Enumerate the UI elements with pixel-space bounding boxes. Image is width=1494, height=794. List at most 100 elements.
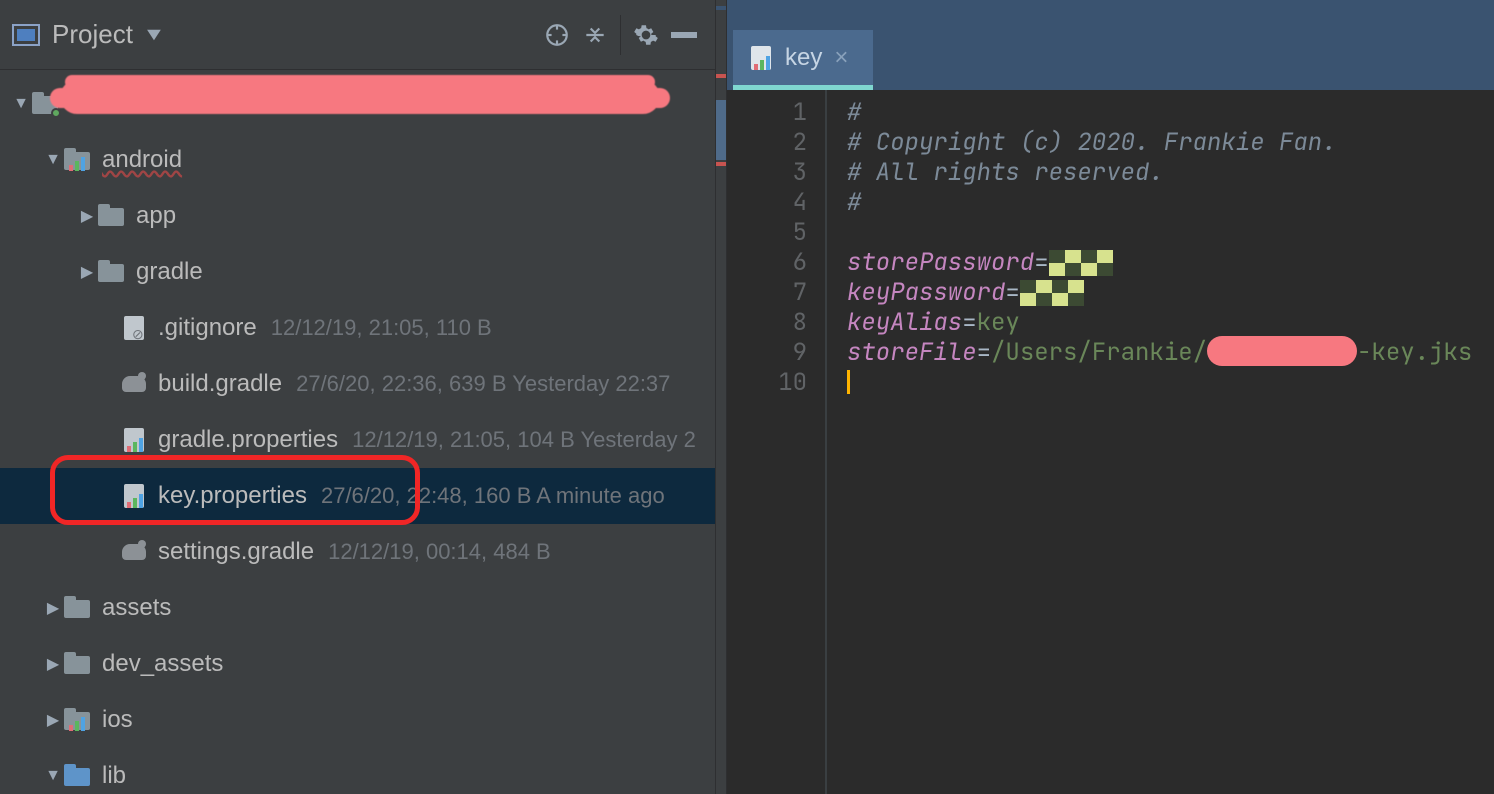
tree-folder-assets[interactable]: assets	[0, 580, 715, 636]
folder-icon	[64, 652, 92, 676]
tree-item-label: app	[136, 202, 176, 230]
collapse-all-icon[interactable]	[576, 16, 614, 54]
module-folder-icon	[64, 148, 92, 172]
line-number: 6	[727, 248, 807, 278]
code-text: #	[847, 97, 861, 128]
close-tab-icon[interactable]: ×	[834, 44, 848, 72]
code-text: # All rights reserved.	[847, 157, 1164, 188]
marker	[716, 100, 726, 160]
tree-item-meta: 27/6/20, 22:36, 639 B Yesterday 22:37	[296, 371, 670, 397]
tree-folder-ios[interactable]: ios	[0, 692, 715, 748]
tree-file-key-properties[interactable]: key.properties 27/6/20, 22:48, 160 B A m…	[0, 468, 715, 524]
expand-arrow-icon[interactable]	[42, 598, 64, 618]
tree-file-gitignore[interactable]: .gitignore 12/12/19, 21:05, 110 B	[0, 300, 715, 356]
code-text: # Copyright (c) 2020. Frankie Fan.	[847, 127, 1337, 158]
project-view-title[interactable]: Project	[52, 19, 133, 50]
editor-marker-strip[interactable]	[715, 0, 727, 794]
editor-tab-label: key	[785, 44, 822, 72]
expand-arrow-icon[interactable]	[42, 654, 64, 674]
module-folder-icon	[64, 708, 92, 732]
tree-item-label: build.gradle	[158, 370, 282, 398]
error-marker[interactable]	[716, 162, 726, 166]
tree-folder-dev-assets[interactable]: dev_assets	[0, 636, 715, 692]
tree-file-settings-gradle[interactable]: settings.gradle 12/12/19, 00:14, 484 B	[0, 524, 715, 580]
line-number: 5	[727, 218, 807, 248]
marker	[716, 6, 726, 10]
tree-folder-android[interactable]: android	[0, 132, 715, 188]
tree-item-label: settings.gradle	[158, 538, 314, 566]
line-number: 7	[727, 278, 807, 308]
redaction-mark	[60, 80, 660, 114]
gear-icon[interactable]	[627, 16, 665, 54]
tree-item-meta: 12/12/19, 21:05, 110 B	[271, 315, 492, 341]
project-panel: Project ▼	[0, 0, 715, 794]
folder-icon	[98, 260, 126, 284]
tree-item-label: lib	[102, 762, 126, 790]
tree-item-meta: 12/12/19, 00:14, 484 B	[328, 539, 551, 565]
tree-folder-gradle[interactable]: gradle	[0, 244, 715, 300]
code-value: key	[977, 307, 1020, 338]
project-panel-header: Project ▼	[0, 0, 715, 70]
expand-arrow-icon[interactable]	[10, 95, 32, 113]
code-key: keyAlias	[847, 307, 962, 338]
line-gutter: 1 2 3 4 5 6 7 8 9 10	[727, 90, 827, 794]
expand-arrow-icon[interactable]	[42, 151, 64, 169]
tree-item-label: key.properties	[158, 482, 307, 510]
cursor-caret	[847, 370, 850, 394]
line-number: 10	[727, 368, 807, 398]
folder-icon	[98, 204, 126, 228]
line-number: 2	[727, 128, 807, 158]
gitignore-file-icon	[120, 316, 148, 340]
properties-file-icon	[749, 46, 773, 70]
gradle-file-icon	[120, 372, 148, 396]
source-folder-icon	[64, 764, 92, 788]
properties-file-icon	[120, 484, 148, 508]
expand-arrow-icon[interactable]	[42, 710, 64, 730]
tree-item-label: assets	[102, 594, 171, 622]
tree-folder-app[interactable]: app	[0, 188, 715, 244]
code-key: keyPassword	[847, 277, 1005, 308]
redaction-mark	[1207, 336, 1357, 366]
tree-item-label: dev_assets	[102, 650, 223, 678]
code-key: storeFile	[847, 337, 977, 368]
tree-item-label: android	[102, 146, 182, 174]
folder-icon	[64, 596, 92, 620]
tree-item-label: gradle.properties	[158, 426, 338, 454]
redaction-mark	[1020, 280, 1084, 306]
expand-arrow-icon[interactable]	[76, 206, 98, 226]
tree-root[interactable]	[0, 76, 715, 132]
line-number: 9	[727, 338, 807, 368]
expand-arrow-icon[interactable]	[76, 262, 98, 282]
tree-item-meta: 12/12/19, 21:05, 104 B Yesterday 2	[352, 427, 696, 453]
line-number: 4	[727, 188, 807, 218]
tree-item-label: gradle	[136, 258, 203, 286]
tree-item-label: .gitignore	[158, 314, 257, 342]
redaction-mark	[1049, 250, 1113, 276]
code-area[interactable]: # # Copyright (c) 2020. Frankie Fan. # A…	[827, 90, 1494, 794]
line-number: 8	[727, 308, 807, 338]
line-number: 1	[727, 98, 807, 128]
hide-panel-icon[interactable]	[665, 16, 703, 54]
project-tree: android app gradle .gitignore 12/12/19, …	[0, 70, 715, 794]
editor-body: 1 2 3 4 5 6 7 8 9 10 # # Copyright (c) 2…	[727, 90, 1494, 794]
code-text: #	[847, 187, 861, 218]
error-marker[interactable]	[716, 74, 726, 78]
tree-folder-lib[interactable]: lib	[0, 748, 715, 794]
tree-file-gradle-properties[interactable]: gradle.properties 12/12/19, 21:05, 104 B…	[0, 412, 715, 468]
tree-item-label: ios	[102, 706, 133, 734]
gradle-file-icon	[120, 540, 148, 564]
code-key: storePassword	[847, 247, 1034, 278]
code-value: /Users/Frankie/	[991, 337, 1207, 368]
dropdown-arrow-icon[interactable]: ▼	[142, 24, 165, 45]
locate-file-icon[interactable]	[538, 16, 576, 54]
header-separator	[620, 15, 621, 55]
editor-tabs: key ×	[727, 0, 1494, 90]
editor-tab-key[interactable]: key ×	[733, 30, 873, 90]
properties-file-icon	[120, 428, 148, 452]
expand-arrow-icon[interactable]	[42, 767, 64, 785]
editor-panel: key × 1 2 3 4 5 6 7 8 9 10 # # Copyright…	[727, 0, 1494, 794]
project-view-icon	[12, 24, 40, 46]
code-value: -key.jks	[1357, 337, 1472, 368]
tree-file-build-gradle[interactable]: build.gradle 27/6/20, 22:36, 639 B Yeste…	[0, 356, 715, 412]
tree-item-meta: 27/6/20, 22:48, 160 B A minute ago	[321, 483, 665, 509]
